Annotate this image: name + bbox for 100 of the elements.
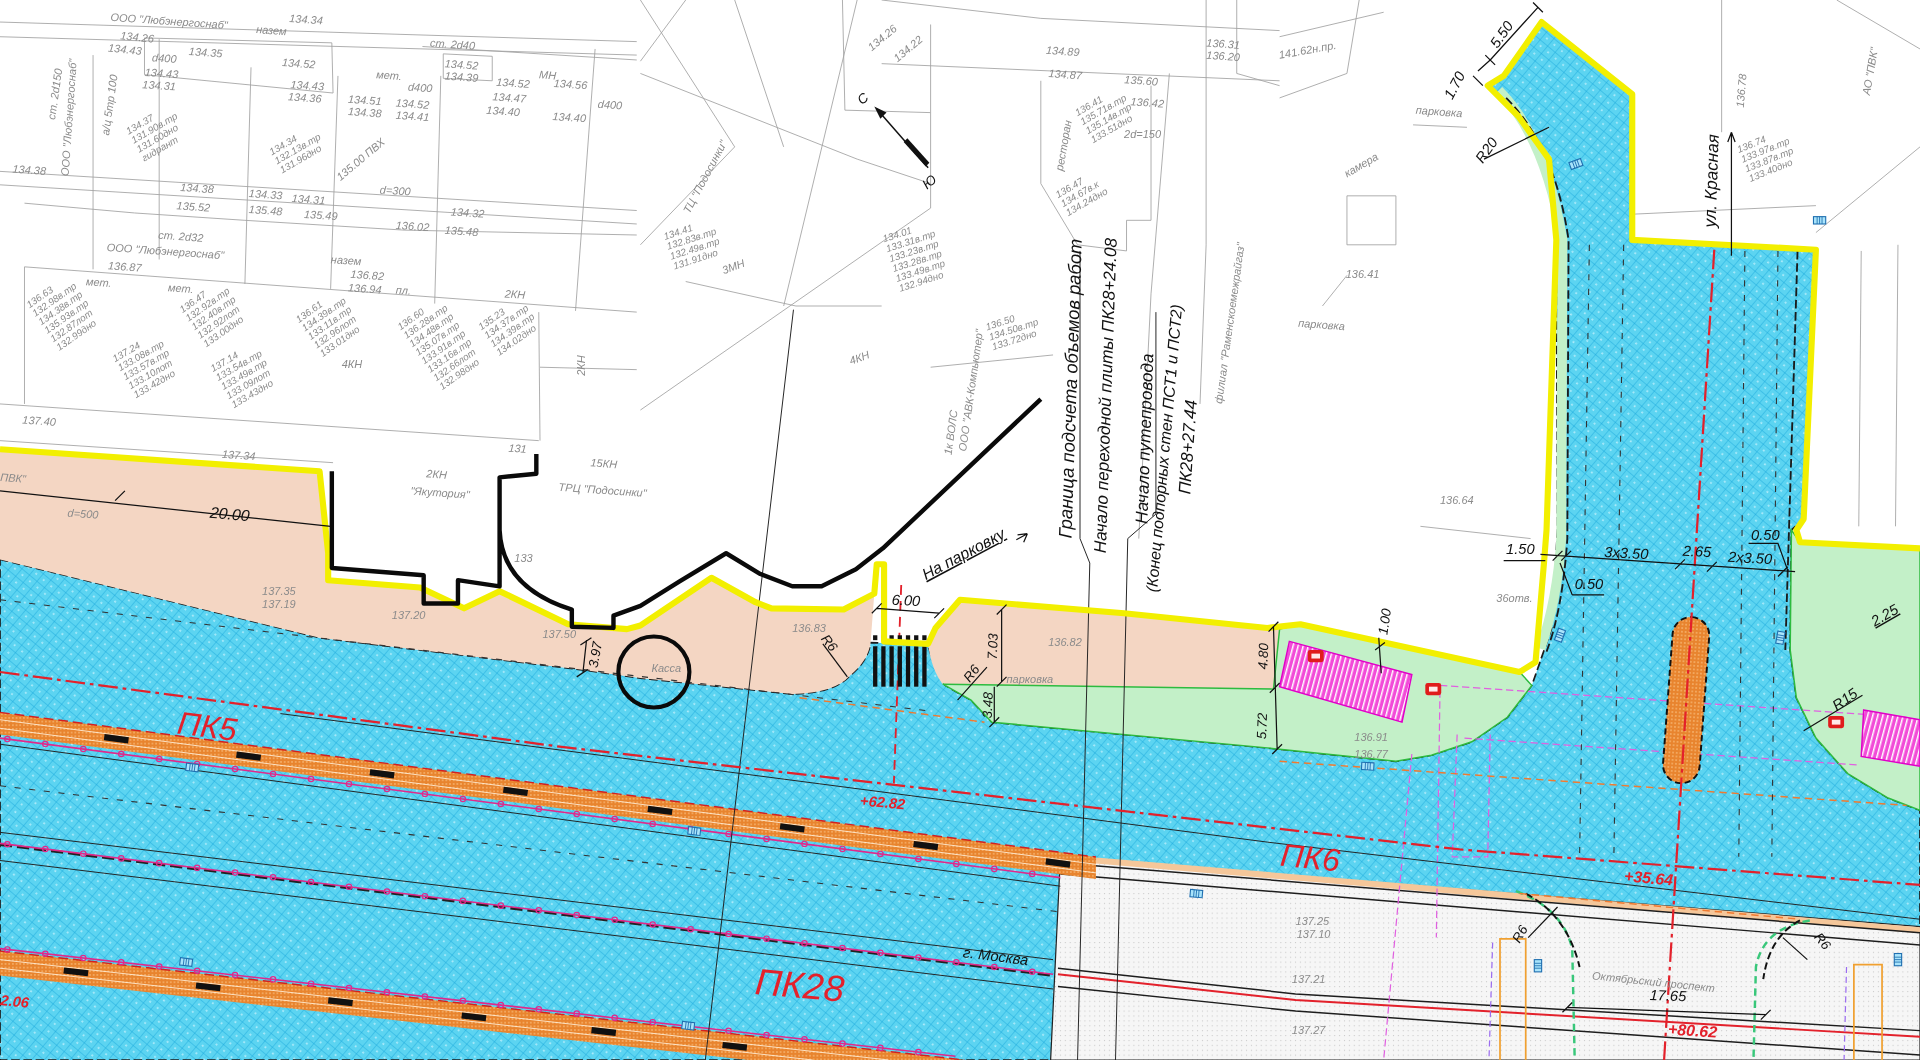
survey-label: d400 [407,80,433,95]
drain-icon [1775,630,1786,645]
dimension-label: 1.70 [1440,69,1469,102]
dimension-label: R6 [1509,922,1531,946]
survey-label: 136.31 [1206,36,1241,51]
survey-label: 137.21 [1291,972,1326,985]
dimension-line [1374,637,1386,674]
station-label: ПК5 [175,704,240,748]
survey-label: 136.91 [1354,730,1388,743]
dimension-label: R6 [960,662,983,685]
station-label: ПК28 [753,961,846,1010]
survey-label: парковка [1006,673,1054,685]
drain-icon [681,1020,696,1031]
drain-icon [687,826,702,837]
dimension-label: 7.03 [984,633,1001,660]
survey-label: 134.38 [347,105,383,120]
station-label: ПК6 [1278,836,1342,879]
survey-label: 2КН [504,287,526,301]
survey-label: ст. 2d40 [429,36,476,52]
survey-label: 134.31 [291,192,326,207]
survey-label: 134.34 [288,12,324,27]
survey-label: 4КН [341,358,363,371]
survey-label: ООО "Любэнергоснаб" [110,10,229,31]
callout-text: Граница подсчета объемов работ [1054,238,1086,539]
leader-arrow [1015,533,1028,543]
survey-label: 134.40 [486,103,521,119]
dimension-label: R6 [1811,929,1834,953]
survey-label: ТРЦ "Подосинки" [558,480,648,499]
survey-label: 134.38 [12,162,47,177]
callout-text: Начало переходной плиты ПК28+24.08 [1089,237,1121,554]
survey-label: 134.40 [552,110,587,125]
survey-label: парковка [1415,103,1463,120]
drain-icon [185,762,200,773]
survey-label: 135.49 [303,207,338,223]
survey-label: 1к ВОЛС [941,409,960,456]
survey-label: 137.50 [542,627,577,640]
dimension-label: 0.50 [1751,526,1780,543]
survey-label: d=500 [67,506,99,521]
survey-label: мет. [85,275,112,289]
crossing-hatch [1860,709,1920,768]
dimension-label: 3.97 [585,640,606,669]
survey-label: а/ц 5тр 100 [99,73,120,137]
drain-icon [1893,952,1903,967]
survey-label: 134.32 [450,205,485,220]
offset-label: +62.82 [859,792,906,813]
survey-label: 134.52 [281,56,316,71]
survey-label: 136.87 [107,259,143,274]
survey-label: 135.48 [248,203,283,218]
survey-label: 136.83 [792,621,826,634]
survey-label: 15КН [590,456,618,471]
survey-label: 133 [514,551,533,564]
drain-icon [1553,627,1567,643]
compass-letter: Ю [919,171,940,192]
survey-label: мет. [375,68,403,83]
survey-label: 134.39 [444,69,479,84]
survey-label: 136.41 [1345,267,1380,280]
dimension-label: R15 [1829,685,1861,714]
survey-label: 136.02 [395,218,430,234]
survey-label: 136.78 [1733,73,1749,108]
survey-label: парковка [1297,316,1346,333]
survey-label: 3МН [720,256,747,277]
survey-label: 2КН [426,467,448,481]
dimension-label: 0.50 [1574,575,1604,592]
survey-label: 136.20 [1206,48,1241,64]
survey-label: 135.48 [444,223,479,239]
street-label: г. Москва [962,944,1030,969]
dimension-label: 3x3.50 [1603,543,1649,563]
survey-label: 2КН [575,355,588,376]
drain-icon [1533,959,1543,973]
survey-label: 134.31 [141,78,177,93]
survey-label: d400 [597,97,623,112]
crosswalk-stripes [873,635,927,687]
survey-label: d=300 [379,183,412,198]
survey-label: 141.62н.пр. [1277,38,1338,61]
survey-label: 134.43 [290,78,325,93]
survey-label: назем [330,253,362,268]
survey-label: 134.89 [1045,43,1080,59]
survey-label: 4КН [847,348,871,367]
sign-icon [1828,716,1845,729]
dimension-line [1527,906,1559,939]
survey-label: 134.87 [1048,67,1083,82]
survey-label: 136.82 [350,267,385,283]
survey-label: 134.35 [188,45,223,60]
dimension-label: 5.72 [1254,712,1271,740]
survey-label: 134.33 [248,187,283,202]
survey-label: ст. 2d150 [45,67,65,121]
dimension-label: 2x3.50 [1727,548,1773,568]
north-arrow-icon [874,106,930,169]
dimension-label: 20.00 [209,503,251,525]
survey-label: 134.51 [347,92,383,108]
survey-label: d400 [151,51,177,65]
survey-label: 134.43 [144,65,179,81]
survey-label: 137.25 [1295,915,1330,928]
sign-icon [1425,683,1442,696]
survey-label: 136.82 [1048,636,1082,649]
survey-label: 134.52 [444,57,479,72]
drain-icon [1189,888,1204,899]
drain-icon [1568,157,1584,171]
survey-label: 137.27 [1291,1024,1326,1037]
survey-line [1412,124,1468,128]
